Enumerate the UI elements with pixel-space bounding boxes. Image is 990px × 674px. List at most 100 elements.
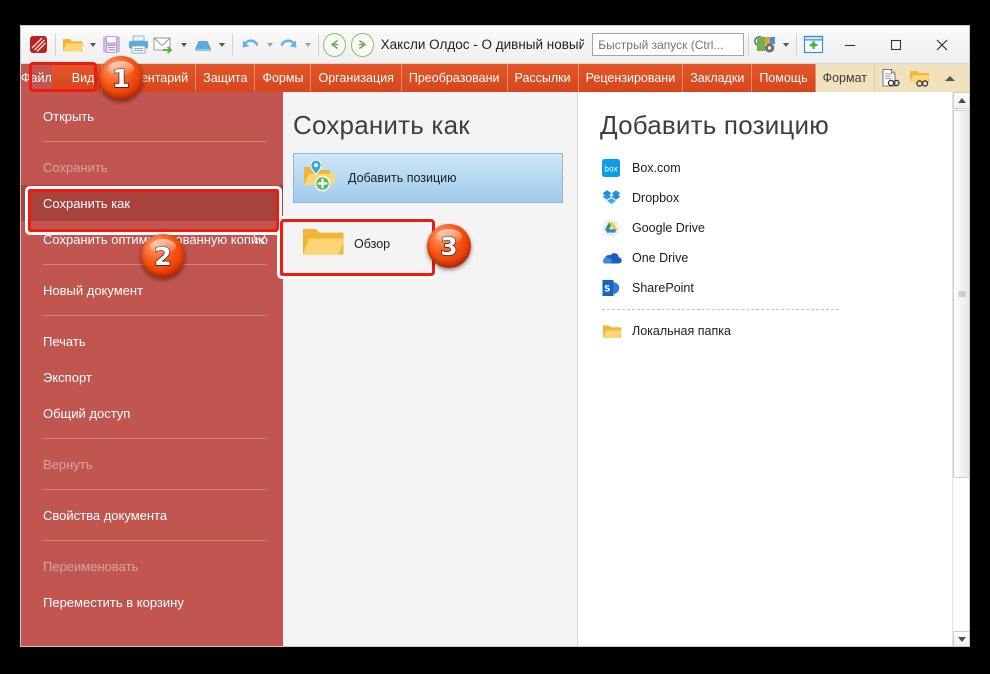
sidebar-item-label: Вернуть (43, 456, 93, 472)
redo-icon[interactable] (276, 30, 302, 60)
find-in-folder-icon[interactable] (905, 64, 935, 92)
open-file-icon[interactable] (60, 30, 86, 60)
fullscreen-icon[interactable] (801, 30, 827, 60)
backstage-sidebar: Открыть Сохранить Сохранить как Сохранит… (21, 92, 283, 646)
app-logo-icon[interactable] (25, 30, 51, 60)
tab-label: Вид (71, 71, 95, 85)
sidebar-item-label: Экспорт (43, 369, 92, 385)
search-input[interactable] (598, 37, 754, 52)
sidebar-item-label: Переименовать (43, 558, 139, 574)
add-place-tile[interactable]: Добавить позицию (293, 153, 563, 203)
sidebar-item-open[interactable]: Открыть (21, 98, 283, 134)
toolbar-separator-3 (318, 33, 320, 56)
document-title: Хаксли Олдос - О дивный новый .. (380, 37, 585, 52)
tab-format[interactable]: Формат (815, 64, 875, 92)
collapse-ribbon-icon[interactable] (935, 64, 965, 92)
close-button[interactable] (919, 26, 965, 63)
backstage-view: Открыть Сохранить Сохранить как Сохранит… (21, 92, 969, 646)
sidebar-item-save: Сохранить (21, 149, 283, 185)
panel-heading: Сохранить как (293, 110, 470, 140)
toolbar-separator-4 (748, 33, 750, 56)
scrollbar-thumb[interactable] (953, 110, 969, 478)
scan-dropdown-icon[interactable] (216, 30, 228, 60)
sidebar-separator (43, 438, 267, 439)
tab-label: Закладки (690, 71, 745, 85)
theme-dropdown-icon[interactable] (780, 30, 792, 60)
sidebar-item-move-to-trash[interactable]: Переместить в корзину (21, 584, 283, 620)
sidebar-item-new-document[interactable]: Новый документ (21, 272, 283, 308)
open-file-dropdown-icon[interactable] (87, 30, 99, 60)
file-menu-button[interactable]: Файл (21, 64, 52, 92)
sidebar-item-export[interactable]: Экспорт (21, 359, 283, 395)
quick-search-box[interactable] (592, 33, 768, 56)
tab-label: Преобразовани (408, 71, 500, 85)
file-menu-label: Файл (21, 71, 52, 85)
service-google-drive[interactable]: Google Drive (600, 213, 849, 243)
tab-organize[interactable]: Организация (311, 64, 402, 92)
toolbar-separator-5 (795, 33, 797, 56)
sidebar-item-revert: Вернуть (21, 446, 283, 482)
window-controls (827, 26, 965, 64)
annotation-badge-1: 1 (99, 56, 143, 100)
save-icon[interactable] (99, 30, 125, 60)
browse-label: Обзор (354, 237, 391, 251)
service-sharepoint[interactable]: S SharePoint (600, 273, 849, 303)
onedrive-icon (602, 250, 624, 266)
tab-label: Рассылки (514, 71, 571, 85)
scroll-down-button[interactable] (953, 631, 969, 646)
tab-label: Формы (262, 71, 304, 85)
ribbon-right-tools (875, 64, 969, 92)
maximize-button[interactable] (873, 26, 919, 63)
service-label: Локальная папка (632, 324, 731, 338)
vertical-scrollbar[interactable] (952, 92, 969, 646)
sidebar-item-label: Свойства документа (43, 507, 168, 523)
service-dropbox[interactable]: Dropbox (600, 183, 849, 213)
find-in-document-icon[interactable] (875, 64, 905, 92)
tab-convert[interactable]: Преобразовани (402, 64, 508, 92)
print-icon[interactable] (125, 30, 151, 60)
application-window: Хаксли Олдос - О дивный новый .. Быстрый… (20, 25, 970, 647)
tab-forms[interactable]: Формы (255, 64, 312, 92)
redo-dropdown-icon[interactable] (302, 30, 314, 60)
sidebar-item-print[interactable]: Печать (21, 323, 283, 359)
tab-view[interactable]: Вид (65, 64, 103, 92)
scroll-up-button[interactable] (953, 92, 969, 109)
tab-review[interactable]: Рецензировани (579, 64, 684, 92)
add-place-panel: Добавить позицию box Box.com Dropbox Goo… (578, 92, 969, 646)
undo-dropdown-icon[interactable] (264, 30, 276, 60)
forward-icon[interactable] (350, 32, 374, 57)
minimize-button[interactable] (827, 26, 873, 63)
theme-settings-icon[interactable] (753, 30, 779, 60)
sidebar-item-label: Новый документ (43, 282, 144, 298)
sidebar-item-label: Открыть (43, 108, 95, 124)
tab-label: Помощь (759, 71, 808, 85)
sidebar-separator (43, 489, 267, 490)
undo-icon[interactable] (237, 30, 263, 60)
service-one-drive[interactable]: One Drive (600, 243, 849, 273)
ribbon-tab-strip: Файл Вид Комментарий Защита Формы Органи… (21, 64, 969, 92)
service-local-folder[interactable]: Локальная папка (600, 316, 849, 346)
scan-icon[interactable] (190, 30, 216, 60)
back-icon[interactable] (323, 32, 346, 57)
save-as-panel: Сохранить как Добавить позицию Обзор (283, 92, 578, 646)
service-label: SharePoint (632, 281, 694, 295)
service-label: One Drive (632, 251, 689, 265)
sidebar-item-document-properties[interactable]: Свойства документа (21, 497, 283, 533)
tab-mailings[interactable]: Рассылки (508, 64, 579, 92)
tab-bookmarks[interactable]: Закладки (683, 64, 753, 92)
tab-label: Формат (822, 71, 867, 85)
email-dropdown-icon[interactable] (178, 30, 190, 60)
service-box[interactable]: box Box.com (600, 153, 849, 183)
svg-text:box: box (604, 164, 618, 173)
sidebar-item-label: Печать (43, 333, 86, 349)
sidebar-item-label: Общий доступ (43, 405, 131, 421)
email-icon[interactable] (151, 30, 177, 60)
cart-icon (250, 230, 267, 248)
tab-label: Защита (203, 71, 248, 85)
tab-protect[interactable]: Защита (196, 64, 256, 92)
sidebar-item-share[interactable]: Общий доступ (21, 395, 283, 431)
scrollbar-grip-icon (958, 291, 965, 297)
sidebar-item-save-as[interactable]: Сохранить как (21, 185, 283, 221)
tab-label: Рецензировани (585, 71, 676, 85)
tab-help[interactable]: Помощь (752, 64, 816, 92)
